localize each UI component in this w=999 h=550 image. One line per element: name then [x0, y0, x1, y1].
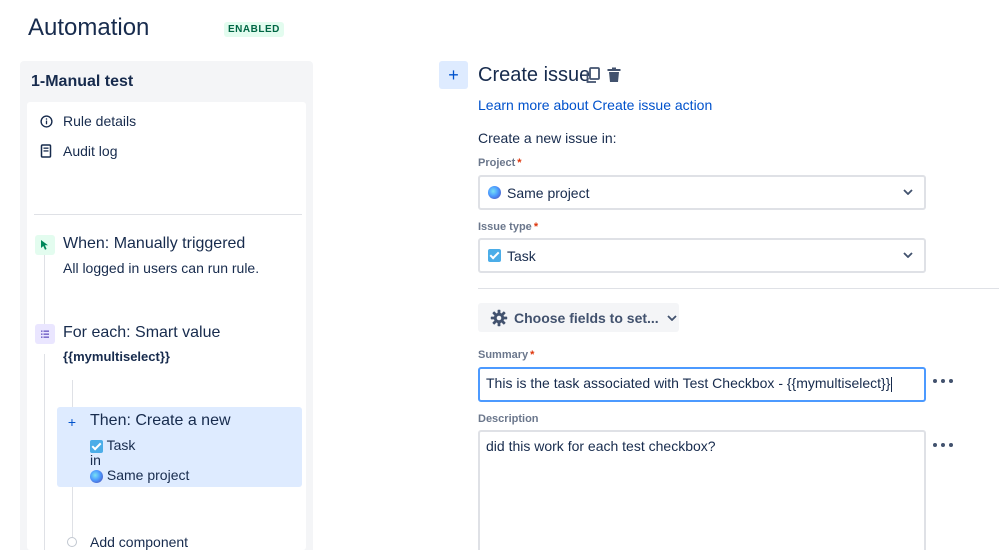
- project-field-label: Project *: [478, 157, 522, 169]
- more-dot-icon: [941, 443, 945, 447]
- audit-log-link[interactable]: Audit log: [39, 140, 117, 162]
- add-component-button[interactable]: Add component: [90, 534, 188, 550]
- copy-button[interactable]: [584, 66, 602, 84]
- action-issue-type: Task: [90, 437, 135, 453]
- issue-type-field-label: Issue type *: [478, 221, 538, 233]
- section-divider: [478, 288, 999, 289]
- add-component-dot-icon: [67, 537, 77, 547]
- more-dot-icon: [949, 443, 953, 447]
- rule-flow: Rule details Audit log When: Manually tr…: [27, 102, 306, 550]
- required-marker: *: [530, 349, 535, 361]
- add-action-button[interactable]: +: [439, 61, 468, 89]
- rule-name: 1-Manual test: [31, 73, 134, 90]
- copy-icon: [586, 67, 600, 83]
- action-project: Same project: [90, 467, 189, 483]
- manual-trigger-icon: [35, 235, 55, 255]
- status-badge: ENABLED: [224, 22, 284, 37]
- branch-icon: [35, 324, 55, 344]
- project-avatar-icon: [488, 186, 501, 199]
- audit-log-label: Audit log: [63, 143, 118, 159]
- nav-divider: [34, 214, 302, 215]
- issue-type-select[interactable]: Task: [478, 238, 926, 273]
- chevron-down-icon: [902, 249, 914, 261]
- trash-icon: [607, 67, 621, 82]
- summary-label-text: Summary: [478, 349, 529, 361]
- more-dot-icon: [933, 379, 937, 383]
- choose-fields-label: Choose fields to set...: [514, 309, 659, 326]
- description-more-button[interactable]: [933, 439, 953, 451]
- summary-more-button[interactable]: [933, 375, 953, 387]
- choose-fields-button[interactable]: Choose fields to set...: [478, 303, 679, 332]
- audit-log-icon: [39, 144, 53, 158]
- flow-connector: [44, 354, 45, 550]
- flow-connector: [44, 254, 45, 334]
- create-issue-action[interactable]: + Then: Create a new Task in Same projec…: [57, 407, 302, 487]
- branch-connector: [72, 487, 73, 537]
- rule-details-label: Rule details: [63, 113, 137, 129]
- summary-input[interactable]: This is the task associated with Test Ch…: [478, 367, 926, 402]
- rule-details-link[interactable]: Rule details: [39, 110, 136, 132]
- more-dot-icon: [933, 443, 937, 447]
- trigger-title[interactable]: When: Manually triggered: [63, 235, 245, 253]
- chevron-down-icon: [667, 313, 677, 323]
- summary-input-value: This is the task associated with Test Ch…: [486, 375, 891, 391]
- plus-icon: +: [448, 64, 459, 85]
- summary-field-label: Summary *: [478, 349, 534, 361]
- description-field-label: Description: [478, 413, 539, 425]
- action-project-label: Same project: [106, 467, 190, 483]
- rule-panel: 1-Manual test Rule details Audit log Whe…: [20, 61, 313, 550]
- delete-button[interactable]: [605, 66, 623, 84]
- component-title: Create issue: [478, 64, 591, 86]
- info-icon: [39, 114, 53, 128]
- create-in-label: Create a new issue in:: [478, 130, 617, 146]
- text-caret: [891, 376, 893, 392]
- branch-connector: [72, 380, 73, 407]
- project-label-text: Project: [478, 157, 516, 169]
- action-issue-type-label: Task: [106, 437, 136, 453]
- description-textarea[interactable]: did this work for each test checkbox?: [478, 430, 926, 550]
- chevron-down-icon: [902, 186, 914, 198]
- task-icon: [488, 249, 501, 262]
- task-icon: [90, 439, 103, 453]
- trigger-subtitle: All logged in users can run rule.: [63, 260, 260, 276]
- branch-smart-value: {{mymultiselect}}: [63, 349, 170, 364]
- gear-icon: [490, 309, 508, 327]
- page-title: Automation: [28, 14, 150, 41]
- required-marker: *: [533, 221, 539, 233]
- branch-title[interactable]: For each: Smart value: [63, 324, 220, 342]
- project-select[interactable]: Same project: [478, 175, 926, 210]
- project-avatar-icon: [90, 469, 103, 483]
- issue-type-select-value: Task: [507, 247, 536, 264]
- more-dot-icon: [941, 379, 945, 383]
- required-marker: *: [517, 157, 522, 169]
- action-title: Then: Create a new: [90, 412, 231, 429]
- action-connector: in: [90, 452, 101, 468]
- project-select-value: Same project: [507, 184, 590, 201]
- description-value: did this work for each test checkbox?: [486, 438, 716, 454]
- plus-icon: +: [67, 414, 77, 430]
- learn-more-link[interactable]: Learn more about Create issue action: [478, 97, 712, 113]
- more-dot-icon: [949, 379, 953, 383]
- issue-type-label-text: Issue type: [478, 221, 532, 233]
